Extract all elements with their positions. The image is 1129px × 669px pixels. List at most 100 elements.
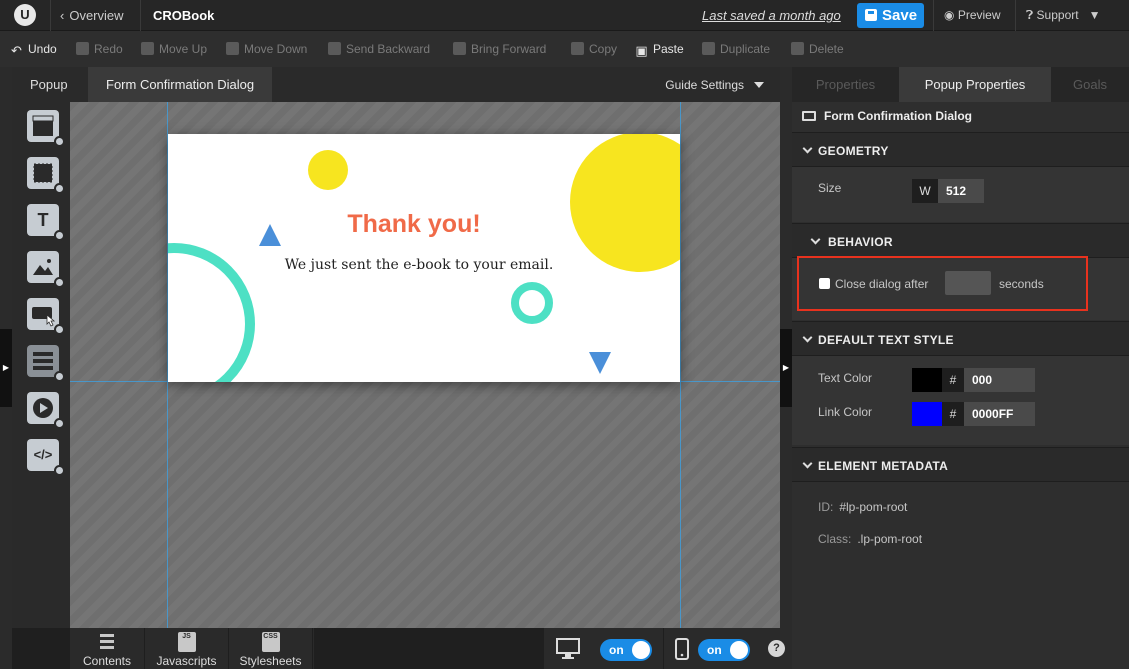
support-menu[interactable]: ❓︎ Support ▼ — [1026, 8, 1100, 23]
copy-button[interactable]: Copy — [571, 42, 617, 56]
document-title: CROBook — [153, 8, 215, 23]
paste-button[interactable]: ▣ Paste — [635, 42, 684, 57]
section-behavior[interactable]: BEHAVIOR — [792, 223, 1129, 258]
guide-line — [680, 102, 681, 628]
editor-area: Popup Form Confirmation Dialog Guide Set… — [12, 67, 785, 669]
unbounce-logo[interactable]: U — [14, 4, 36, 26]
thank-you-heading[interactable]: Thank you! — [168, 210, 660, 239]
gear-icon — [54, 230, 65, 241]
gear-icon — [54, 418, 65, 429]
delete-label: Delete — [809, 42, 844, 56]
section-title: GEOMETRY — [818, 144, 889, 158]
javascripts-label: Javascripts — [156, 654, 217, 668]
gear-icon — [54, 183, 65, 194]
redo-label: Redo — [94, 42, 123, 56]
confirmation-message[interactable]: We just sent the e-book to your email. — [168, 257, 670, 273]
left-panel-toggle[interactable]: ▶ — [0, 329, 12, 407]
contents-button[interactable]: Contents — [70, 628, 145, 669]
send-backward-button[interactable]: Send Backward — [328, 42, 430, 56]
undo-icon: ↶ — [11, 43, 22, 58]
bring-forward-icon — [453, 42, 466, 55]
link-color-label: Link Color — [818, 405, 873, 419]
divider — [1015, 0, 1016, 31]
guide-settings-menu[interactable]: Guide Settings — [665, 78, 764, 92]
video-widget[interactable] — [27, 392, 65, 429]
width-input[interactable]: 512 — [938, 179, 984, 203]
desktop-toggle[interactable]: on — [600, 639, 652, 661]
tab-goals[interactable]: Goals — [1051, 67, 1129, 102]
last-saved-link[interactable]: Last saved a month ago — [702, 8, 841, 23]
panel-title-text: Form Confirmation Dialog — [824, 109, 972, 123]
box-widget[interactable] — [27, 157, 65, 194]
send-backward-label: Send Backward — [346, 42, 431, 56]
preview-button[interactable]: ◉ Preview — [944, 8, 1001, 22]
undo-button[interactable]: ↶ Undo — [10, 42, 57, 57]
move-up-button[interactable]: Move Up — [141, 42, 207, 56]
gear-icon — [54, 465, 65, 476]
section-title: BEHAVIOR — [828, 235, 893, 249]
chevron-down-icon — [802, 332, 813, 343]
eye-icon: ◉ — [944, 8, 958, 22]
divider — [140, 0, 141, 31]
move-down-icon — [226, 42, 239, 55]
duplicate-button[interactable]: Duplicate — [702, 42, 770, 56]
mobile-toggle[interactable]: on — [698, 639, 750, 661]
tab-properties[interactable]: Properties — [792, 67, 899, 102]
move-up-label: Move Up — [159, 42, 208, 56]
editor-tabbar: Popup Form Confirmation Dialog Guide Set… — [12, 67, 780, 102]
section-default-text-style[interactable]: DEFAULT TEXT STYLE — [792, 321, 1129, 356]
section-element-metadata[interactable]: ELEMENT METADATA — [792, 447, 1129, 482]
move-down-label: Move Down — [244, 42, 308, 56]
text-style-body: Text Color # 000 Link Color # 0000FF — [792, 356, 1129, 445]
popup-dialog[interactable]: Thank you! We just sent the e-book to yo… — [168, 134, 680, 382]
section-geometry[interactable]: GEOMETRY — [792, 132, 1129, 167]
trash-icon — [791, 42, 804, 55]
tab-popup-properties[interactable]: Popup Properties — [899, 67, 1051, 102]
button-widget[interactable] — [27, 298, 65, 335]
right-panel-toggle[interactable]: ▶ — [780, 329, 792, 407]
section-title: DEFAULT TEXT STYLE — [818, 333, 954, 347]
spacer — [314, 628, 544, 669]
tab-form-confirmation-dialog[interactable]: Form Confirmation Dialog — [88, 67, 273, 102]
chevron-down-icon — [810, 234, 821, 245]
move-down-button[interactable]: Move Down — [226, 42, 307, 56]
divider — [663, 628, 664, 669]
js-file-icon: JS — [177, 632, 196, 652]
copy-icon — [571, 42, 584, 55]
javascripts-button[interactable]: JS Javascripts — [145, 628, 229, 669]
text-widget[interactable]: T — [27, 204, 65, 241]
caret-right-icon: ▶ — [782, 363, 790, 372]
chevron-down-icon — [802, 143, 813, 154]
contents-label: Contents — [82, 654, 132, 668]
text-color-swatch[interactable] — [912, 368, 942, 392]
save-button[interactable]: Save — [857, 3, 924, 28]
section-widget[interactable] — [27, 110, 65, 147]
preview-label: Preview — [957, 8, 1001, 22]
delete-button[interactable]: Delete — [791, 42, 844, 56]
form-widget[interactable] — [27, 345, 65, 382]
custom-html-widget[interactable]: </> — [27, 439, 65, 476]
id-label: ID: — [818, 500, 834, 514]
save-label: Save — [882, 7, 918, 24]
help-icon[interactable]: ? — [768, 640, 785, 657]
chevron-left-icon: ‹ — [60, 8, 65, 23]
image-widget[interactable] — [27, 251, 65, 288]
design-canvas[interactable]: Thank you! We just sent the e-book to yo… — [70, 102, 780, 628]
paste-label: Paste — [653, 42, 684, 56]
bring-forward-button[interactable]: Bring Forward — [453, 42, 546, 56]
redo-button[interactable]: Redo — [76, 42, 123, 56]
toggle-label: on — [609, 643, 624, 657]
link-color-input[interactable]: 0000FF — [964, 402, 1035, 426]
code-icon: </> — [33, 447, 53, 462]
toggle-label: on — [707, 643, 722, 657]
list-icon — [98, 632, 116, 652]
overview-link[interactable]: ‹ Overview — [60, 8, 124, 23]
gear-icon — [54, 324, 65, 335]
tab-popup[interactable]: Popup — [12, 67, 86, 102]
link-color-swatch[interactable] — [912, 402, 942, 426]
text-color-input[interactable]: 000 — [964, 368, 1035, 392]
section-title: ELEMENT METADATA — [818, 459, 949, 473]
stylesheets-button[interactable]: CSS Stylesheets — [229, 628, 313, 669]
caret-down-icon — [754, 82, 764, 88]
toggle-knob — [730, 641, 748, 659]
